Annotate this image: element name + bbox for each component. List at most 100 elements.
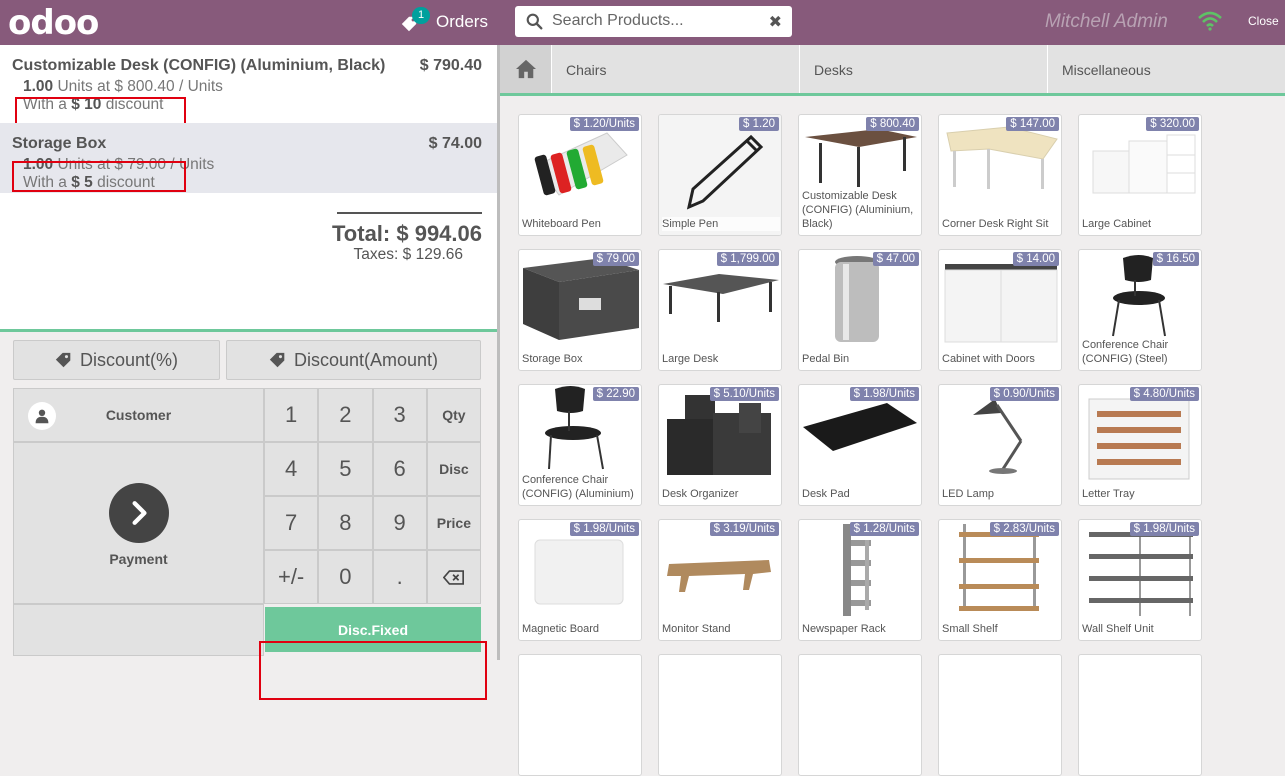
product-price-tag: $ 1.98/Units	[849, 387, 919, 401]
product-card[interactable]: $ 1.98/Units Magnetic Board	[518, 519, 642, 641]
numpad-key-3[interactable]: 3	[372, 388, 427, 442]
product-card[interactable]: $ 47.00 Pedal Bin	[798, 249, 922, 371]
orderline-quantity-info: 1.00 Units at $ 800.40 / Units	[23, 78, 223, 96]
mode-qty-button[interactable]: Qty	[426, 388, 481, 442]
product-name: Magnetic Board	[522, 622, 640, 636]
mode-disc-button[interactable]: Disc	[426, 442, 481, 496]
left-pane: Customizable Desk (CONFIG) (Aluminium, B…	[0, 45, 497, 700]
product-name: Large Cabinet	[1082, 217, 1200, 231]
product-name: Wall Shelf Unit	[1082, 622, 1200, 636]
product-name: Desk Pad	[802, 487, 920, 501]
product-card[interactable]: $ 2.83/Units Small Shelf	[938, 519, 1062, 641]
category-bar: Chairs Desks Miscellaneous	[500, 45, 1285, 96]
search-icon	[526, 13, 543, 30]
mode-price-button[interactable]: Price	[426, 496, 481, 550]
product-price-tag: $ 2.83/Units	[989, 522, 1059, 536]
product-card[interactable]: $ 1,799.00 Large Desk	[658, 249, 782, 371]
product-card[interactable]: $ 5.10/Units Desk Organizer	[658, 384, 782, 506]
top-bar: odoo 1 Orders ✖ Mitchell Admin Close	[0, 0, 1285, 45]
product-card[interactable]: $ 22.90 Conference Chair (CONFIG) (Alumi…	[518, 384, 642, 506]
numpad-area: Customer Payment 1 2 3 Qty 4 5 6 Disc 7 …	[13, 388, 487, 700]
highlight-box	[15, 97, 186, 125]
product-card[interactable]: $ 1.98/Units Wall Shelf Unit	[1078, 519, 1202, 641]
orders-count-badge: 1	[412, 7, 430, 24]
product-price-tag: $ 320.00	[1146, 117, 1199, 131]
discount-amount-button[interactable]: Discount(Amount)	[226, 340, 481, 380]
numpad-key-9[interactable]: 9	[372, 496, 427, 550]
numpad-key-5[interactable]: 5	[318, 442, 373, 496]
tag-icon	[55, 352, 71, 367]
product-name: Customizable Desk (CONFIG) (Aluminium, B…	[802, 189, 920, 231]
orders-button[interactable]: 1 Orders	[400, 7, 488, 34]
backspace-icon	[442, 569, 464, 585]
product-card[interactable]: $ 1.20/Units Whiteboard Pen	[518, 114, 642, 236]
product-card-partial[interactable]	[938, 654, 1062, 776]
product-name: Whiteboard Pen	[522, 217, 640, 231]
product-name: Monitor Stand	[662, 622, 780, 636]
product-name: Small Shelf	[942, 622, 1060, 636]
product-card[interactable]: $ 3.19/Units Monitor Stand	[658, 519, 782, 641]
product-card-partial[interactable]	[658, 654, 782, 776]
product-card[interactable]: $ 800.40 Customizable Desk (CONFIG) (Alu…	[798, 114, 922, 236]
clear-search-icon[interactable]: ✖	[769, 12, 782, 32]
search-input[interactable]	[552, 8, 762, 34]
product-card[interactable]: $ 320.00 Large Cabinet	[1078, 114, 1202, 236]
payment-label: Payment	[109, 551, 168, 567]
discount-percent-button[interactable]: Discount(%)	[13, 340, 220, 380]
order-total: Total: $ 994.06	[332, 221, 482, 246]
order-taxes: Taxes: $ 129.66	[353, 246, 463, 263]
product-card[interactable]: $ 1.20 Simple Pen	[658, 114, 782, 236]
product-price-tag: $ 0.90/Units	[989, 387, 1059, 401]
numpad-key-1[interactable]: 1	[264, 388, 319, 442]
highlight-box	[259, 641, 487, 700]
category-miscellaneous[interactable]: Miscellaneous	[1047, 45, 1285, 93]
product-price-tag: $ 147.00	[1006, 117, 1059, 131]
numpad-key-2[interactable]: 2	[318, 388, 373, 442]
home-category-button[interactable]	[500, 45, 551, 93]
numpad-blank	[13, 604, 264, 656]
home-icon	[515, 59, 536, 79]
ticket-icon: 1	[400, 7, 430, 33]
payment-button[interactable]: Payment	[13, 442, 264, 604]
product-grid: $ 1.20/Units Whiteboard Pen $ 1.20 Simpl…	[518, 114, 1285, 776]
numpad-key-0[interactable]: 0	[318, 550, 373, 604]
orderline-product-name: Customizable Desk (CONFIG) (Aluminium, B…	[12, 57, 386, 74]
product-price-tag: $ 1.28/Units	[849, 522, 919, 536]
numpad-key-7[interactable]: 7	[264, 496, 319, 550]
product-card[interactable]: $ 0.90/Units LED Lamp	[938, 384, 1062, 506]
customer-button[interactable]: Customer	[13, 388, 264, 442]
product-card[interactable]: $ 79.00 Storage Box	[518, 249, 642, 371]
product-card[interactable]: $ 14.00 Cabinet with Doors	[938, 249, 1062, 371]
product-card[interactable]: $ 1.28/Units Newspaper Rack	[798, 519, 922, 641]
category-desks[interactable]: Desks	[799, 45, 1048, 93]
close-button[interactable]: Close	[1248, 14, 1279, 28]
product-card-partial[interactable]	[798, 654, 922, 776]
product-card[interactable]: $ 1.98/Units Desk Pad	[798, 384, 922, 506]
chevron-right-icon	[109, 483, 169, 543]
product-price-tag: $ 47.00	[872, 252, 919, 266]
product-card-partial[interactable]	[1078, 654, 1202, 776]
category-chairs[interactable]: Chairs	[551, 45, 800, 93]
product-price-tag: $ 1.98/Units	[1129, 522, 1199, 536]
customer-label: Customer	[105, 407, 172, 423]
product-card-partial[interactable]	[518, 654, 642, 776]
product-price-tag: $ 79.00	[592, 252, 639, 266]
numpad-key-8[interactable]: 8	[318, 496, 373, 550]
numpad-key-4[interactable]: 4	[264, 442, 319, 496]
order-separator	[0, 329, 497, 332]
backspace-button[interactable]	[426, 550, 481, 604]
discount-percent-label: Discount(%)	[79, 349, 179, 370]
product-name: Conference Chair (CONFIG) (Aluminium)	[522, 473, 640, 501]
numpad-key-plus-minus[interactable]: +/-	[264, 550, 319, 604]
numpad-key-6[interactable]: 6	[372, 442, 427, 496]
product-card[interactable]: $ 16.50 Conference Chair (CONFIG) (Steel…	[1078, 249, 1202, 371]
orderline-product-name: Storage Box	[12, 135, 107, 152]
product-price-tag: $ 16.50	[1152, 252, 1199, 266]
odoo-logo: odoo	[8, 3, 99, 43]
orderline-unit-price: Units at $ 800.40 / Units	[53, 78, 223, 95]
numpad-key-decimal[interactable]: .	[372, 550, 427, 604]
product-card[interactable]: $ 147.00 Corner Desk Right Sit	[938, 114, 1062, 236]
product-card[interactable]: $ 4.80/Units Letter Tray	[1078, 384, 1202, 506]
product-search-box: ✖	[515, 6, 792, 37]
highlight-box	[12, 161, 186, 192]
